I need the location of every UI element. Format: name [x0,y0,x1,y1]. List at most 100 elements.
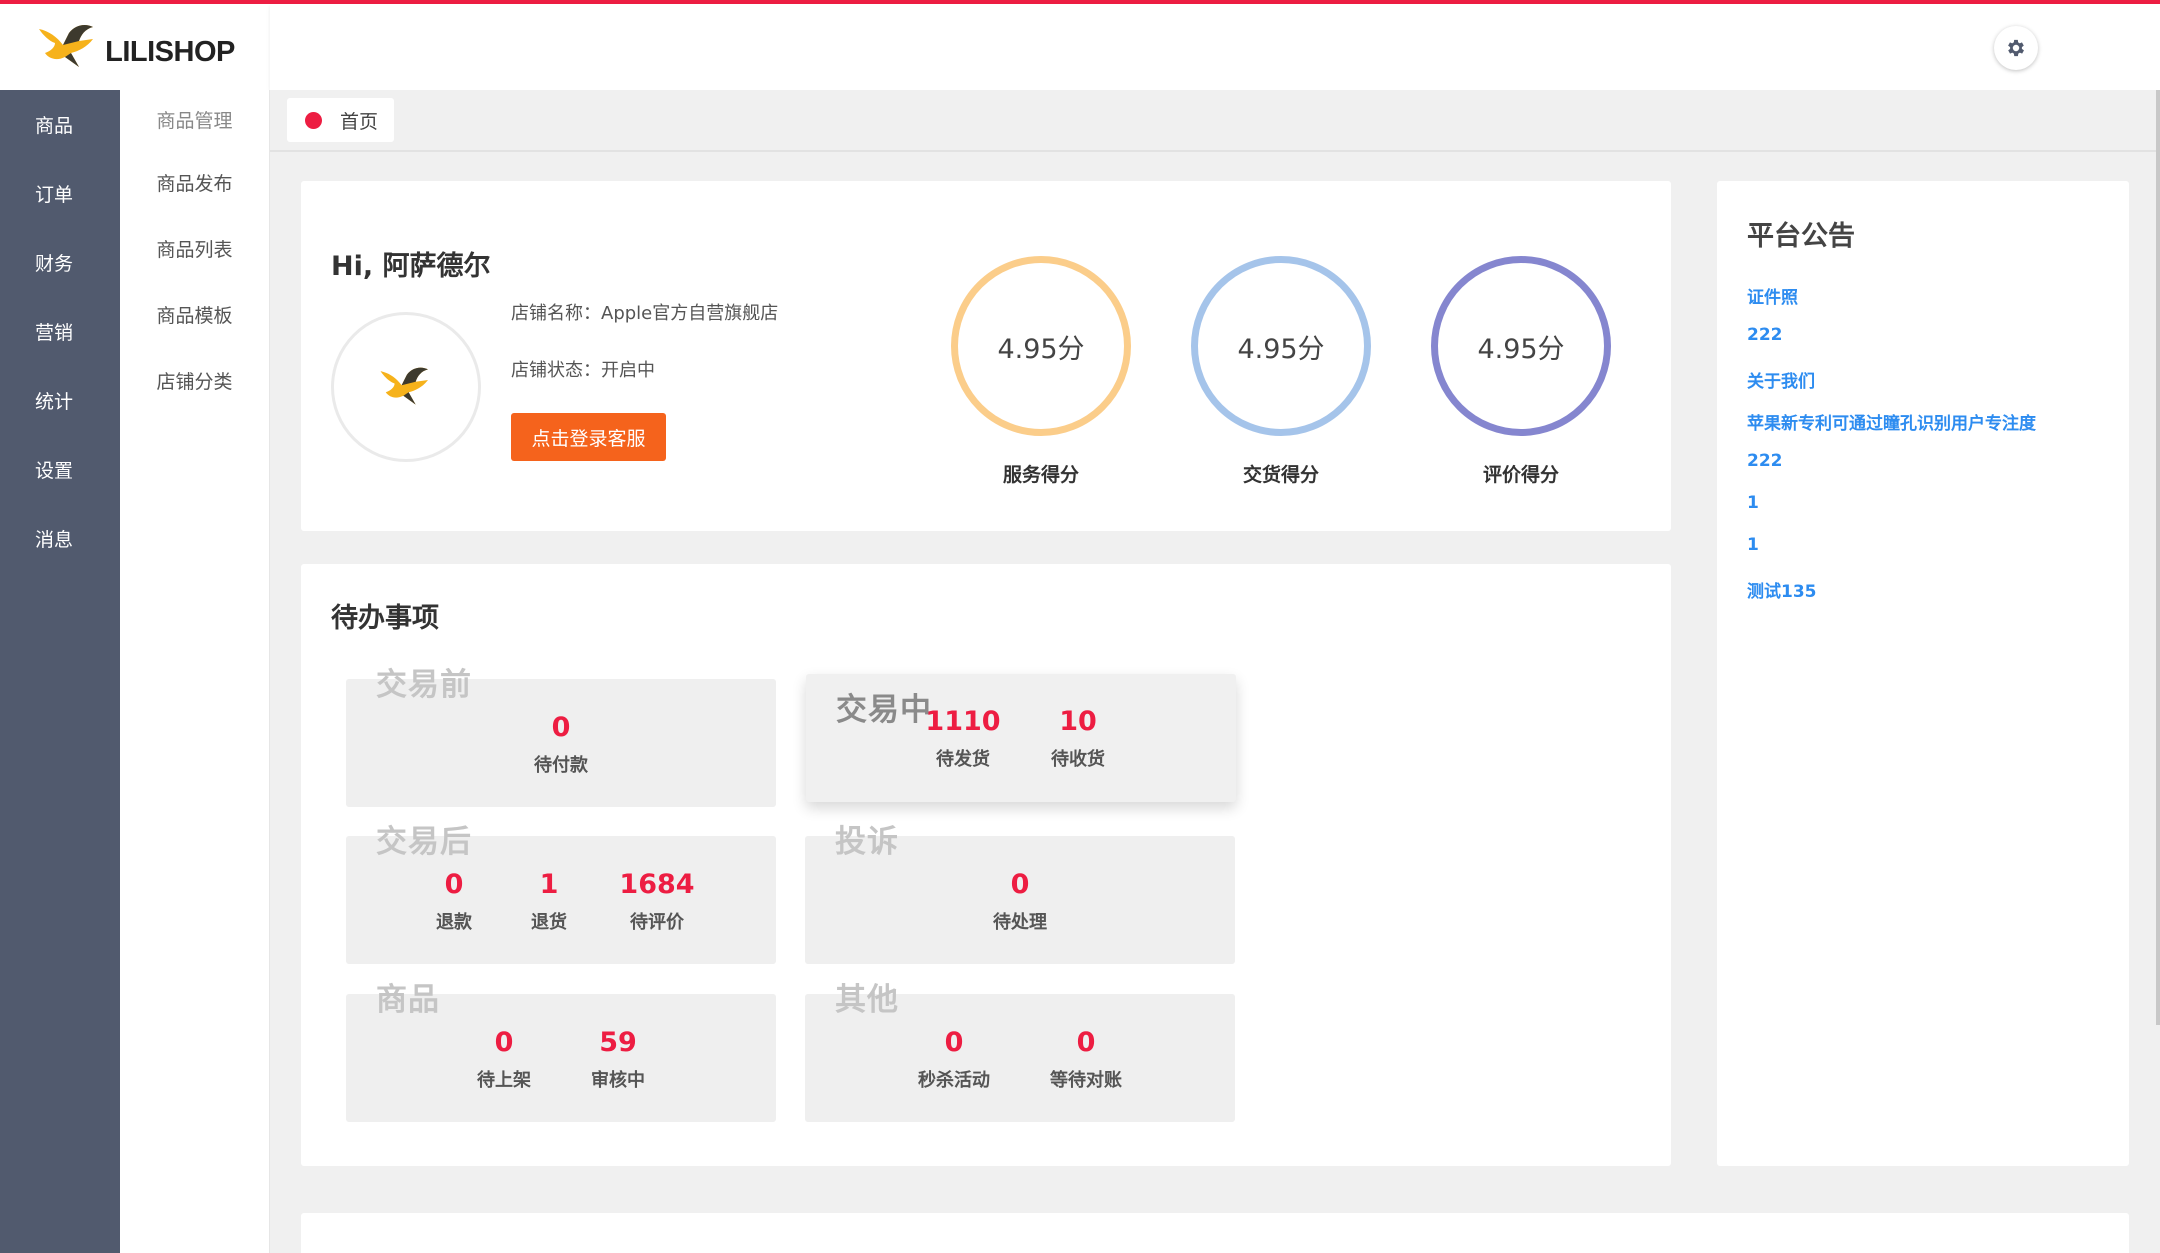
stat-label: 退货 [531,912,567,933]
stat-label: 待处理 [993,912,1047,933]
bird-logo-icon [380,367,428,405]
stat-number: 1110 [925,706,1001,737]
todo-group-in-trade[interactable]: 交易中 1110 待发货 10 待收货 [806,674,1236,802]
notice-link[interactable]: 1 [1747,493,2036,535]
service-score-label: 服务得分 [1002,464,1079,486]
login-customer-service-button[interactable]: 点击登录客服 [511,413,666,461]
todo-group-label: 交易前 [376,667,472,703]
submenu-item-goods-template[interactable]: 商品模板 [120,281,269,347]
notice-link[interactable]: 证件照 [1747,283,2036,325]
stat-number: 0 [1076,1027,1096,1058]
notice-title: 平台公告 [1747,221,1855,252]
stat-refund[interactable]: 0 退款 [436,869,472,934]
bird-logo-icon [39,25,94,67]
notice-link[interactable]: 222 [1747,325,2036,367]
shop-profile-card: Hi, 阿萨德尔 店铺名称：Apple官方自营旗舰店 店铺状态：开启中 点击登录… [301,181,1671,531]
review-score-ring: 4.95分 [1431,256,1611,436]
sidebar-item-messages[interactable]: 消息 [0,504,120,573]
stat-number: 1684 [619,869,695,900]
stat-number: 0 [494,1027,514,1058]
settings-button[interactable] [1994,26,2038,70]
stat-label: 秒杀活动 [918,1070,990,1091]
todo-group-label: 其他 [835,982,899,1018]
shop-name: 店铺名称：Apple官方自营旗舰店 [511,303,779,324]
stat-number: 10 [1059,706,1097,737]
sidebar-item-marketing[interactable]: 营销 [0,297,120,366]
shop-status: 店铺状态：开启中 [511,360,655,381]
tab-bar: 首页 [270,90,2160,152]
stat-label: 待收货 [1051,749,1105,770]
service-score-ring: 4.95分 [951,256,1131,436]
sub-sidebar: 商品管理 商品发布 商品列表 商品模板 店铺分类 [120,90,270,1253]
todo-group-complaint[interactable]: 投诉 0 待处理 [805,824,1235,964]
stat-label: 待评价 [630,912,684,933]
stat-pending-reconciliation[interactable]: 0 等待对账 [1050,1027,1122,1092]
todo-card: 待办事项 交易前 0 待付款 交易中 1110 待发货 10 待收货 交易后 0… [301,564,1671,1166]
active-dot-icon [305,111,322,129]
bottom-card [301,1213,2129,1253]
platform-notice-card: 平台公告 证件照 222 关于我们 苹果新专利可通过瞳孔识别用户专注度 222 … [1717,181,2129,1166]
stat-label: 退款 [436,912,472,933]
submenu-group-title: 商品管理 [156,110,233,132]
review-score-label: 评价得分 [1482,464,1559,486]
tab-home-label: 首页 [340,110,379,133]
sidebar-item-statistics[interactable]: 统计 [0,366,120,435]
review-score: 4.95分 评价得分 [1431,256,1611,487]
brand-name: LILISHOP [105,35,235,68]
stat-pending-shipment[interactable]: 1110 待发货 [925,706,1000,771]
submenu-item-goods-list[interactable]: 商品列表 [120,215,269,281]
service-score: 4.95分 服务得分 [951,256,1131,487]
delivery-score-ring: 4.95分 [1191,256,1371,436]
stat-flash-sale[interactable]: 0 秒杀活动 [918,1027,990,1092]
todo-group-label: 投诉 [835,824,899,860]
stat-pending-listing[interactable]: 0 待上架 [477,1027,531,1092]
stat-label: 审核中 [591,1070,645,1091]
stat-label: 待上架 [477,1070,531,1091]
top-header [270,4,2160,90]
notice-link[interactable]: 苹果新专利可通过瞳孔识别用户专注度 [1747,409,2036,451]
stat-label: 待发货 [936,749,990,770]
stat-label: 等待对账 [1050,1070,1122,1091]
todo-group-before-trade[interactable]: 交易前 0 待付款 [346,667,776,807]
delivery-score-label: 交货得分 [1242,464,1319,486]
todo-group-after-trade[interactable]: 交易后 0 退款 1 退货 1684 待评价 [346,824,776,964]
notice-link[interactable]: 关于我们 [1747,367,2036,409]
stat-number: 1 [539,869,559,900]
stat-number: 0 [551,712,571,743]
stat-pending-handling[interactable]: 0 待处理 [993,869,1047,934]
stat-number: 0 [944,1027,964,1058]
stat-number: 59 [599,1027,637,1058]
submenu-item-shop-category[interactable]: 店铺分类 [120,347,269,413]
notice-list: 证件照 222 关于我们 苹果新专利可通过瞳孔识别用户专注度 222 1 1 测… [1747,283,2036,619]
gear-icon [2008,39,2024,57]
notice-link[interactable]: 1 [1747,535,2036,577]
todo-group-other[interactable]: 其他 0 秒杀活动 0 等待对账 [805,982,1235,1122]
todo-group-label: 交易中 [836,692,932,728]
sidebar-item-orders[interactable]: 订单 [0,159,120,228]
stat-under-review[interactable]: 59 审核中 [591,1027,645,1092]
stat-pending-review[interactable]: 1684 待评价 [619,869,694,934]
todo-group-label: 商品 [376,982,440,1018]
stat-label: 待付款 [534,755,588,776]
stat-return[interactable]: 1 退货 [531,869,567,934]
notice-link[interactable]: 222 [1747,451,2036,493]
logo[interactable]: LILISHOP [0,4,270,90]
sidebar-item-goods[interactable]: 商品 [0,90,120,159]
stat-number: 0 [1010,869,1030,900]
tab-home[interactable]: 首页 [287,98,394,142]
notice-link[interactable]: 测试135 [1747,577,2036,619]
todo-group-goods[interactable]: 商品 0 待上架 59 审核中 [346,982,776,1122]
todo-title: 待办事项 [331,603,439,634]
stat-pending-payment[interactable]: 0 待付款 [534,712,588,777]
shop-avatar [331,312,481,462]
stat-pending-receipt[interactable]: 10 待收货 [1051,706,1105,771]
submenu-item-publish-goods[interactable]: 商品发布 [120,149,269,215]
page-scrollbar[interactable] [2156,90,2160,1025]
todo-group-label: 交易后 [376,824,472,860]
delivery-score: 4.95分 交货得分 [1191,256,1371,487]
sidebar-item-finance[interactable]: 财务 [0,228,120,297]
sidebar-item-settings[interactable]: 设置 [0,435,120,504]
main-sidebar: 商品 订单 财务 营销 统计 设置 消息 [0,90,120,1253]
greeting: Hi, 阿萨德尔 [331,251,491,282]
stat-number: 0 [444,869,464,900]
